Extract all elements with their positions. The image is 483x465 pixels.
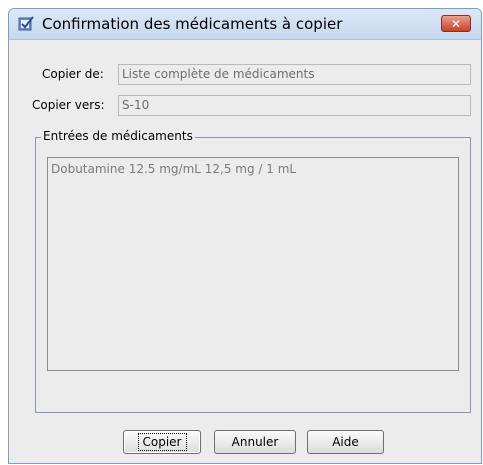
dialog-content: Copier de: Liste complète de médicaments… (9, 40, 481, 463)
cancel-button-label: Annuler (231, 435, 279, 449)
copy-button-label: Copier (137, 433, 187, 451)
medication-entries-legend: Entrées de médicaments (41, 129, 195, 143)
copy-from-field[interactable]: Liste complète de médicaments (118, 64, 471, 85)
title-bar[interactable]: Confirmation des médicaments à copier ✕ (9, 9, 481, 40)
medication-entries-list[interactable]: Dobutamine 12.5 mg/mL 12,5 mg / 1 mL (47, 157, 459, 371)
cancel-button[interactable]: Annuler (214, 430, 296, 454)
copy-button[interactable]: Copier (123, 430, 201, 454)
close-button[interactable]: ✕ (441, 15, 471, 32)
help-button[interactable]: Aide (307, 430, 384, 454)
medication-entries-group: Entrées de médicaments Dobutamine 12.5 m… (35, 129, 471, 413)
copy-from-label: Copier de: (42, 67, 104, 81)
dialog-window: Confirmation des médicaments à copier ✕ … (8, 8, 482, 464)
help-button-label: Aide (332, 435, 359, 449)
close-icon: ✕ (450, 16, 462, 31)
copy-to-field[interactable]: S-10 (118, 95, 471, 116)
dialog-title: Confirmation des médicaments à copier (42, 15, 343, 33)
list-item[interactable]: Dobutamine 12.5 mg/mL 12,5 mg / 1 mL (51, 162, 296, 176)
copy-to-label: Copier vers: (32, 98, 105, 112)
checkbox-icon (18, 16, 34, 31)
